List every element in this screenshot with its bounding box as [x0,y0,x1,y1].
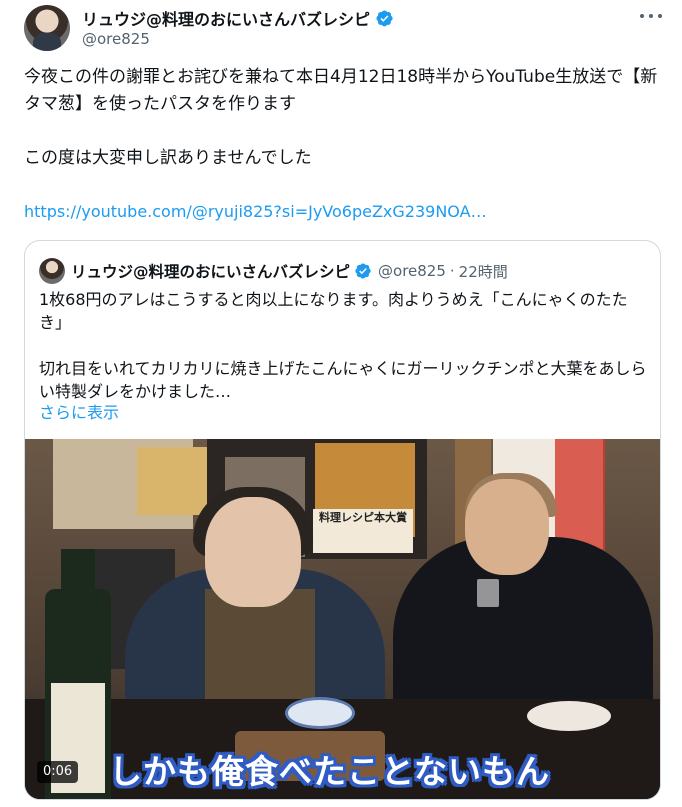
verified-badge-icon [355,263,371,279]
quote-timestamp[interactable]: 22時間 [459,261,508,282]
verified-badge-icon[interactable] [375,9,394,28]
video-poster [137,447,207,515]
quote-text: 1枚68円のアレはこうすると肉以上になります。肉よりうめえ「こんにゃくのたたき」… [39,290,647,401]
post-link[interactable]: https://youtube.com/@ryuji825?si=JyVo6pe… [24,202,487,221]
video-plate [527,701,611,731]
video-head-right [465,479,549,575]
quote-handle[interactable]: @ore825 [378,262,446,280]
video-duration: 0:06 [37,761,79,783]
author-display-name[interactable]: リュウジ@料理のおにいさんバズレシピ [82,6,370,30]
quote-header: リュウジ@料理のおにいさんバズレシピ @ore825 · 22時間 [71,258,508,284]
more-dot [649,14,653,18]
more-options-icon[interactable] [640,8,662,24]
video-glass [477,579,499,607]
author-name-row: リュウジ@料理のおにいさんバズレシピ [82,6,394,30]
tweet: リュウジ@料理のおにいさんバズレシピ @ore825 今夜この件の謝罪とお詫びを… [0,0,682,807]
video-caption: しかも俺食べたことないもん [109,752,551,791]
author-handle[interactable]: @ore825 [82,30,150,48]
video-poster-title: 料理レシピ本大賞 [313,509,413,553]
quoted-tweet[interactable]: リュウジ@料理のおにいさんバズレシピ @ore825 · 22時間 1枚68円の… [24,240,661,800]
video-plate-blue [285,697,355,729]
video-head-left [205,497,301,607]
quote-author-avatar[interactable] [39,258,65,284]
video-player[interactable]: 料理レシピ本大賞 しかも俺食べたことないもん 0:06 [25,439,660,799]
quote-display-name[interactable]: リュウジ@料理のおにいさんバズレシピ [71,260,350,282]
quote-separator: · [449,262,455,280]
show-more-link[interactable]: さらに表示 [39,399,119,423]
more-dot [640,14,644,18]
author-avatar[interactable] [24,5,70,51]
avatar-shirt [33,33,61,51]
more-dot [658,14,662,18]
post-text: 今夜この件の謝罪とお詫びを兼ねて本日4月12日18時半からYouTube生放送で… [24,67,658,168]
